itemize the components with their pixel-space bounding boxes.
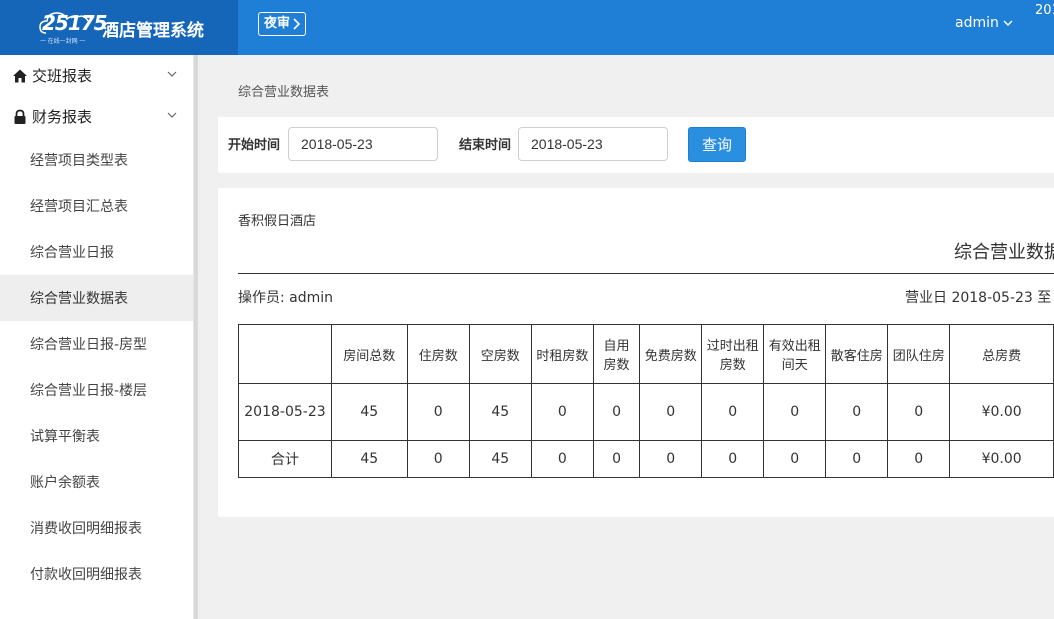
sidebar: 交班报表 财务报表 经营项目类型表 经营项目汇总表 综合营业日报 综合营业数据表…: [0, 55, 194, 619]
sidebar-item-business-type[interactable]: 经营项目类型表: [0, 137, 193, 183]
breadcrumb: 综合营业数据表: [238, 85, 330, 100]
sidebar-item-label: 消费收回明细报表: [30, 521, 142, 537]
filter-panel: 开始时间 结束时间 查询: [218, 117, 1054, 173]
logo-text: 25175: [42, 11, 108, 35]
sidebar-item-daily-room-type[interactable]: 综合营业日报-房型: [0, 321, 193, 367]
column-header: 过时出租房数: [701, 324, 765, 384]
table-cell: 0: [825, 383, 889, 441]
header-date: 2018: [1035, 3, 1054, 18]
chevron-down-icon: [167, 71, 177, 77]
table-cell: 0: [406, 440, 470, 478]
table-cell: 0: [887, 440, 951, 478]
sidebar-scrollbar[interactable]: [194, 55, 198, 619]
table-header-row: 房间总数 住房数 空房数 时租房数 自用房数 免费房数 过时出租房数 有效出租间…: [238, 324, 1054, 384]
table-cell: 45: [330, 383, 408, 441]
divider: [238, 273, 1054, 274]
app-title: 酒店管理系统: [102, 21, 204, 41]
sidebar-item-daily-report[interactable]: 综合营业日报: [0, 229, 193, 275]
night-audit-label: 夜审: [264, 16, 291, 31]
chevron-down-icon: [167, 112, 177, 118]
chevron-down-icon: [1003, 20, 1013, 26]
column-header: 散客住房: [825, 324, 889, 384]
sidebar-item-label: 账户余额表: [30, 475, 100, 491]
start-date-label: 开始时间: [228, 138, 281, 153]
table-cell: 0: [701, 440, 765, 478]
logo-subtext: 一 在线一封网 一: [40, 39, 86, 45]
sidebar-item-label: 综合营业数据表: [30, 291, 128, 307]
table-cell: 45: [468, 440, 532, 478]
sidebar-item-trial-balance[interactable]: 试算平衡表: [0, 413, 193, 459]
sidebar-item-label: 综合营业日报: [30, 245, 114, 261]
table-cell: 0: [592, 383, 641, 441]
query-button[interactable]: 查询: [688, 127, 746, 162]
sidebar-item-label: 试算平衡表: [30, 429, 100, 445]
report-title: 综合营业数据: [954, 242, 1054, 263]
sidebar-item-label: 经营项目汇总表: [30, 199, 128, 215]
table-row-total: 合计 45 0 45 0 0 0 0 0 0 0 ¥0.00: [238, 440, 1054, 478]
column-header: 团队住房: [887, 324, 951, 384]
table-cell: 45: [468, 383, 532, 441]
end-date-input[interactable]: [518, 127, 668, 161]
user-name: admin: [955, 15, 999, 31]
hotel-name: 香积假日酒店: [238, 214, 317, 229]
column-header: 总房费: [949, 324, 1054, 384]
sidebar-item-label: 综合营业日报-房型: [30, 337, 148, 353]
table-cell: 0: [701, 383, 765, 441]
brand-area: 25175 一 在线一封网 一 酒店管理系统: [0, 0, 238, 55]
logo: 25175 一 在线一封网 一: [38, 9, 108, 45]
business-day-range: 营业日 2018-05-23 至 2: [905, 290, 1054, 306]
column-header: 住房数: [406, 324, 470, 384]
sidebar-item-label: 付款收回明细报表: [30, 567, 142, 583]
table-row: 2018-05-23 45 0 45 0 0 0 0 0 0 0 ¥0.00: [238, 383, 1054, 441]
table-cell: ¥0.00: [949, 383, 1054, 441]
night-audit-button[interactable]: 夜审: [258, 12, 307, 36]
table-cell: ¥0.00: [949, 440, 1054, 478]
column-header: 免费房数: [639, 324, 703, 384]
sidebar-item-daily-floor[interactable]: 综合营业日报-楼层: [0, 367, 193, 413]
start-date-input[interactable]: [288, 127, 438, 161]
table-cell: 合计: [238, 440, 332, 478]
end-date-label: 结束时间: [459, 138, 512, 153]
table-cell: 0: [639, 440, 703, 478]
column-header: 空房数: [468, 324, 532, 384]
sidebar-item-account-balance[interactable]: 账户余额表: [0, 459, 193, 505]
report-table: 房间总数 住房数 空房数 时租房数 自用房数 免费房数 过时出租房数 有效出租间…: [238, 324, 1054, 478]
sidebar-group-label: 交班报表: [32, 67, 93, 85]
sidebar-group-shift-report[interactable]: 交班报表: [0, 55, 193, 96]
chevron-right-icon: [293, 18, 301, 30]
sidebar-group-label: 财务报表: [32, 108, 93, 126]
table-cell: 45: [330, 440, 408, 478]
lock-icon: [14, 109, 26, 124]
column-header: 有效出租间天: [763, 324, 827, 384]
table-cell: 0: [825, 440, 889, 478]
operator-label: 操作员: admin: [238, 290, 334, 306]
column-header: [238, 324, 332, 384]
table-cell: 0: [530, 383, 594, 441]
sidebar-item-payment-detail[interactable]: 付款收回明细报表: [0, 551, 193, 597]
column-header: 时租房数: [530, 324, 594, 384]
report-panel: 香积假日酒店 综合营业数据 操作员: admin 营业日 2018-05-23 …: [218, 188, 1054, 517]
table-cell: 0: [763, 383, 827, 441]
column-header: 自用房数: [592, 324, 641, 384]
sidebar-item-business-data[interactable]: 综合营业数据表: [0, 275, 193, 321]
table-cell: 0: [763, 440, 827, 478]
user-menu[interactable]: admin: [955, 15, 1013, 31]
table-cell: 0: [406, 383, 470, 441]
table-cell: 0: [530, 440, 594, 478]
table-cell: 2018-05-23: [238, 383, 332, 441]
table-cell: 0: [639, 383, 703, 441]
sidebar-item-label: 综合营业日报-楼层: [30, 383, 148, 399]
table-cell: 0: [592, 440, 641, 478]
column-header: 房间总数: [330, 324, 408, 384]
sidebar-item-consumption-detail[interactable]: 消费收回明细报表: [0, 505, 193, 551]
table-cell: 0: [887, 383, 951, 441]
top-header: 25175 一 在线一封网 一 酒店管理系统 夜审 admin 2018: [0, 0, 1054, 55]
sidebar-item-label: 经营项目类型表: [30, 153, 128, 169]
sidebar-item-business-summary[interactable]: 经营项目汇总表: [0, 183, 193, 229]
home-icon: [13, 69, 27, 82]
sidebar-group-finance-report[interactable]: 财务报表: [0, 96, 193, 137]
